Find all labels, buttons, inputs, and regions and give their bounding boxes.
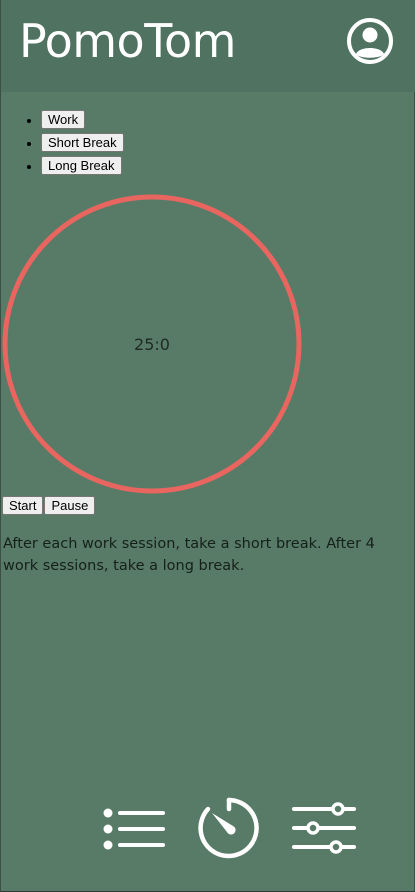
app-title: PomoTom xyxy=(19,14,236,68)
nav-timer-button[interactable] xyxy=(197,796,261,864)
list-icon xyxy=(103,808,165,850)
work-mode-button[interactable]: Work xyxy=(41,110,86,129)
list-item: Long Break xyxy=(41,155,124,178)
pause-button[interactable]: Pause xyxy=(44,496,96,515)
nav-settings-button[interactable] xyxy=(292,801,356,861)
list-item: Work xyxy=(41,109,124,132)
profile-button[interactable] xyxy=(346,17,394,65)
nav-list-button[interactable] xyxy=(102,807,166,855)
timer-display: 25:0 xyxy=(134,334,170,354)
info-text: After each work session, take a short br… xyxy=(3,536,375,574)
timer-icon xyxy=(198,797,259,859)
timer-controls: Start Pause xyxy=(2,496,96,515)
mode-list: Work Short Break Long Break xyxy=(1,109,124,178)
settings-sliders-icon xyxy=(292,802,356,854)
start-button[interactable]: Start xyxy=(2,496,44,515)
long-break-button[interactable]: Long Break xyxy=(41,156,122,175)
app-header: PomoTom xyxy=(1,0,415,92)
bottom-nav xyxy=(1,795,415,865)
list-item: Short Break xyxy=(41,132,124,155)
short-break-button[interactable]: Short Break xyxy=(41,133,124,152)
user-circle-icon xyxy=(347,18,393,64)
